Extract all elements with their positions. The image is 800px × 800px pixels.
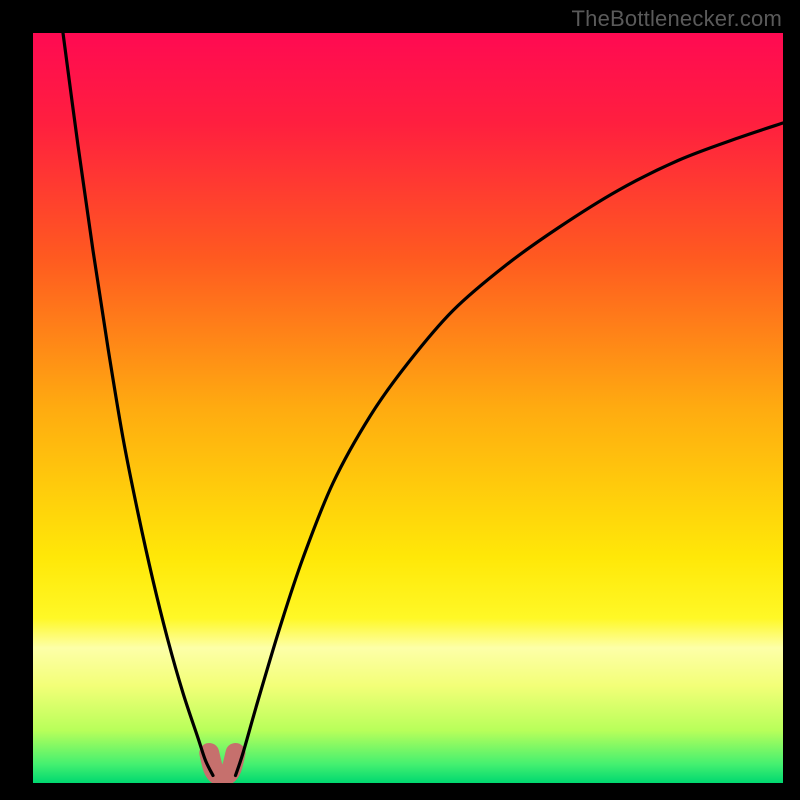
chart-frame: TheBottlenecker.com [0, 0, 800, 800]
gradient-background [33, 33, 783, 783]
watermark-text: TheBottlenecker.com [572, 6, 782, 32]
chart-svg [33, 33, 783, 783]
plot-area [33, 33, 783, 783]
